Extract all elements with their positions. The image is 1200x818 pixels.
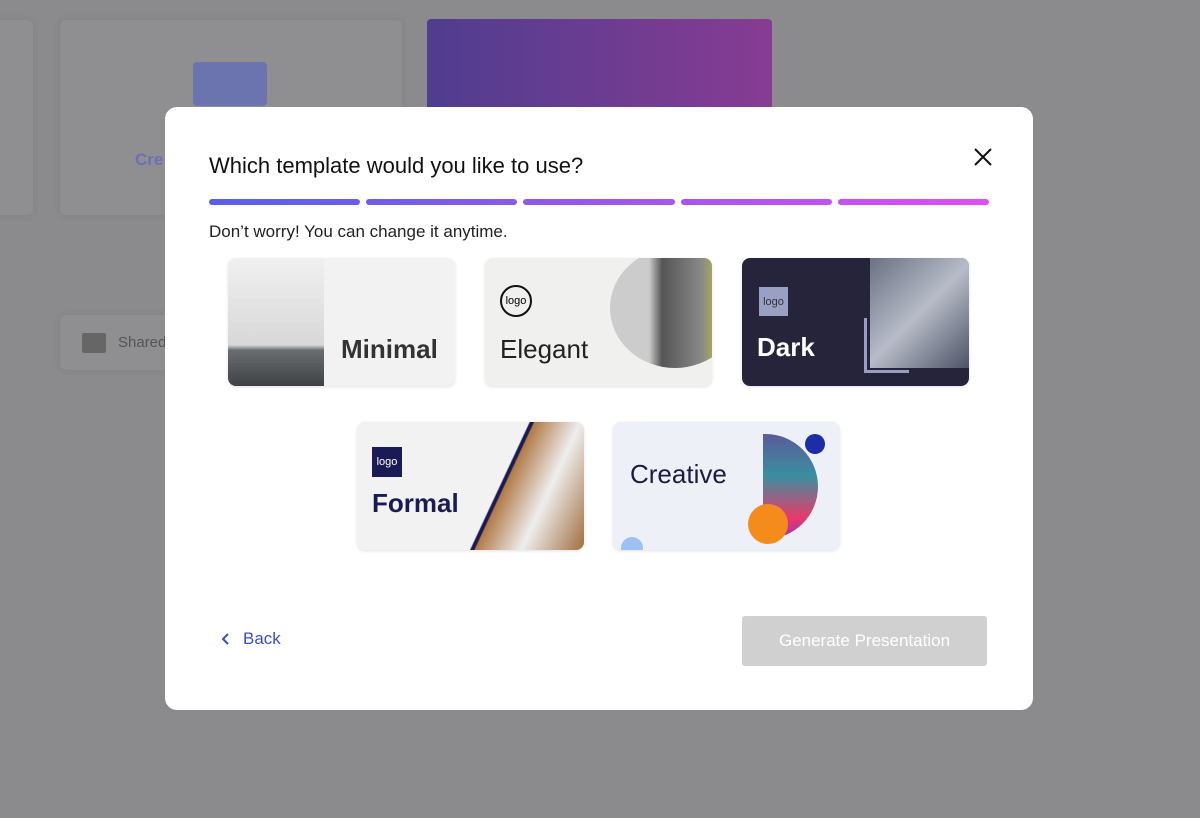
template-elegant[interactable]: logo Elegant <box>485 258 712 386</box>
template-label: Dark <box>757 332 815 362</box>
progress-segment <box>837 199 990 205</box>
template-creative[interactable]: Creative <box>613 422 840 550</box>
chevron-left-icon <box>221 633 229 645</box>
magazine-image <box>610 258 712 368</box>
modal-title: Which template would you like to use? <box>209 153 584 178</box>
close-icon[interactable] <box>971 145 995 169</box>
progress-segment <box>680 199 832 205</box>
progress-segment <box>366 199 518 205</box>
template-label: Formal <box>372 488 459 518</box>
template-label: Creative <box>630 459 727 489</box>
modal-subtitle: Don’t worry! You can change it anytime. <box>209 222 508 241</box>
progress-bar <box>209 199 990 205</box>
blue-circle <box>805 434 825 454</box>
sailboat-image <box>228 258 324 386</box>
back-button[interactable]: Back <box>221 629 281 649</box>
template-label: Minimal <box>341 334 438 364</box>
orange-circle <box>748 504 788 544</box>
template-minimal[interactable]: Minimal <box>228 258 455 386</box>
logo-badge: logo <box>372 447 402 477</box>
progress-segment <box>209 199 361 205</box>
back-label: Back <box>243 629 281 648</box>
list-icon <box>82 332 106 353</box>
template-formal[interactable]: logo Formal <box>357 422 584 550</box>
create-label: Cre <box>135 150 164 169</box>
template-label: Elegant <box>500 334 589 364</box>
template-dark[interactable]: logo Dark <box>742 258 969 386</box>
decor-line <box>864 318 909 373</box>
chart-icon <box>193 62 267 106</box>
shirt-image <box>357 422 584 550</box>
template-modal: Which template would you like to use? Do… <box>165 107 1033 710</box>
shared-label: Shared <box>118 334 167 351</box>
light-blue-circle <box>621 537 643 550</box>
logo-badge: logo <box>500 285 532 317</box>
generate-presentation-button[interactable]: Generate Presentation <box>742 616 987 666</box>
logo-badge: logo <box>759 287 788 316</box>
background-card <box>0 20 33 215</box>
progress-segment <box>523 199 675 205</box>
background-purple-card <box>427 19 772 119</box>
